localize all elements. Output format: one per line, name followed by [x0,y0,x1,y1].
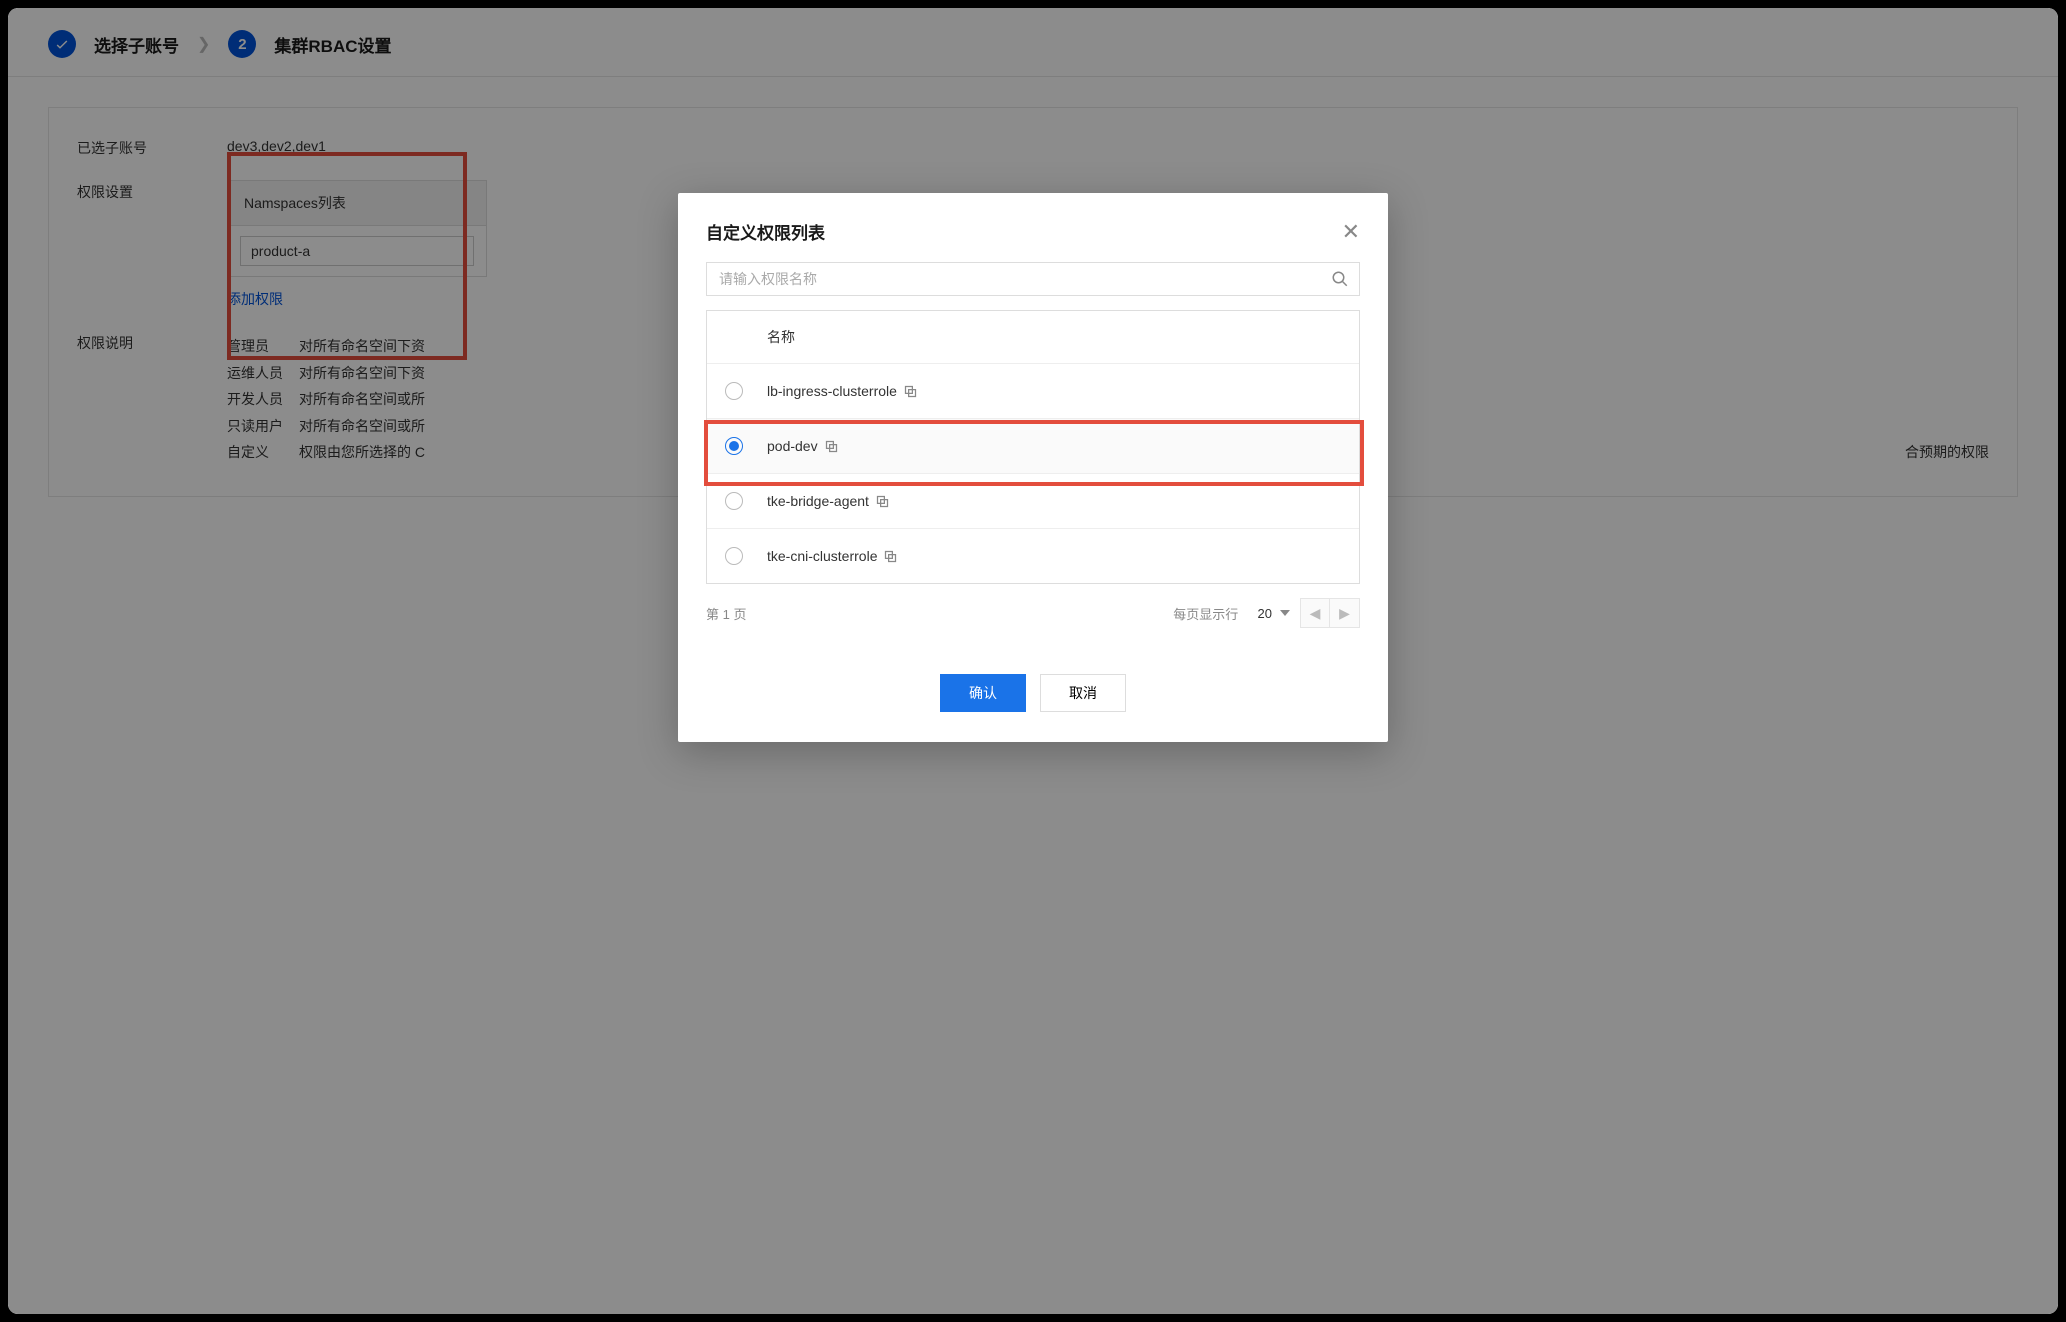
permission-list: 名称 lb-ingress-clusterrole pod-dev [706,310,1360,584]
list-row[interactable]: tke-cni-clusterrole [707,529,1359,583]
pager-next-button[interactable]: ▶ [1330,598,1360,628]
role-name: tke-cni-clusterrole [767,548,877,564]
copy-icon[interactable] [903,384,918,399]
radio[interactable] [725,437,743,455]
pager-prev-button[interactable]: ◀ [1300,598,1330,628]
search-wrap [706,262,1360,296]
pager-page-info: 第 1 页 [706,604,746,623]
list-row[interactable]: tke-bridge-agent [707,474,1359,529]
column-header-name: 名称 [707,311,1359,364]
list-row[interactable]: pod-dev [707,419,1359,474]
close-icon[interactable]: ✕ [1342,221,1360,243]
custom-permission-modal: 自定义权限列表 ✕ 名称 lb-ingress-clusterrole [678,193,1388,742]
pager: 第 1 页 每页显示行 20 ◀ ▶ [706,598,1360,628]
radio[interactable] [725,382,743,400]
confirm-button[interactable]: 确认 [940,674,1026,712]
search-input[interactable] [707,263,1321,295]
search-icon[interactable] [1331,270,1349,288]
role-name: lb-ingress-clusterrole [767,383,897,399]
copy-icon[interactable] [824,439,839,454]
cancel-button[interactable]: 取消 [1040,674,1126,712]
copy-icon[interactable] [883,549,898,564]
chevron-down-icon [1280,610,1290,616]
role-name: tke-bridge-agent [767,493,869,509]
radio[interactable] [725,547,743,565]
list-row[interactable]: lb-ingress-clusterrole [707,364,1359,419]
role-name: pod-dev [767,438,818,454]
pager-size-select[interactable]: 每页显示行 20 [1173,604,1290,623]
modal-title: 自定义权限列表 [706,219,825,244]
app-window: 选择子账号 ❯ 2 集群RBAC设置 已选子账号 dev3,dev2,dev1 … [8,8,2058,1314]
copy-icon[interactable] [875,494,890,509]
radio[interactable] [725,492,743,510]
